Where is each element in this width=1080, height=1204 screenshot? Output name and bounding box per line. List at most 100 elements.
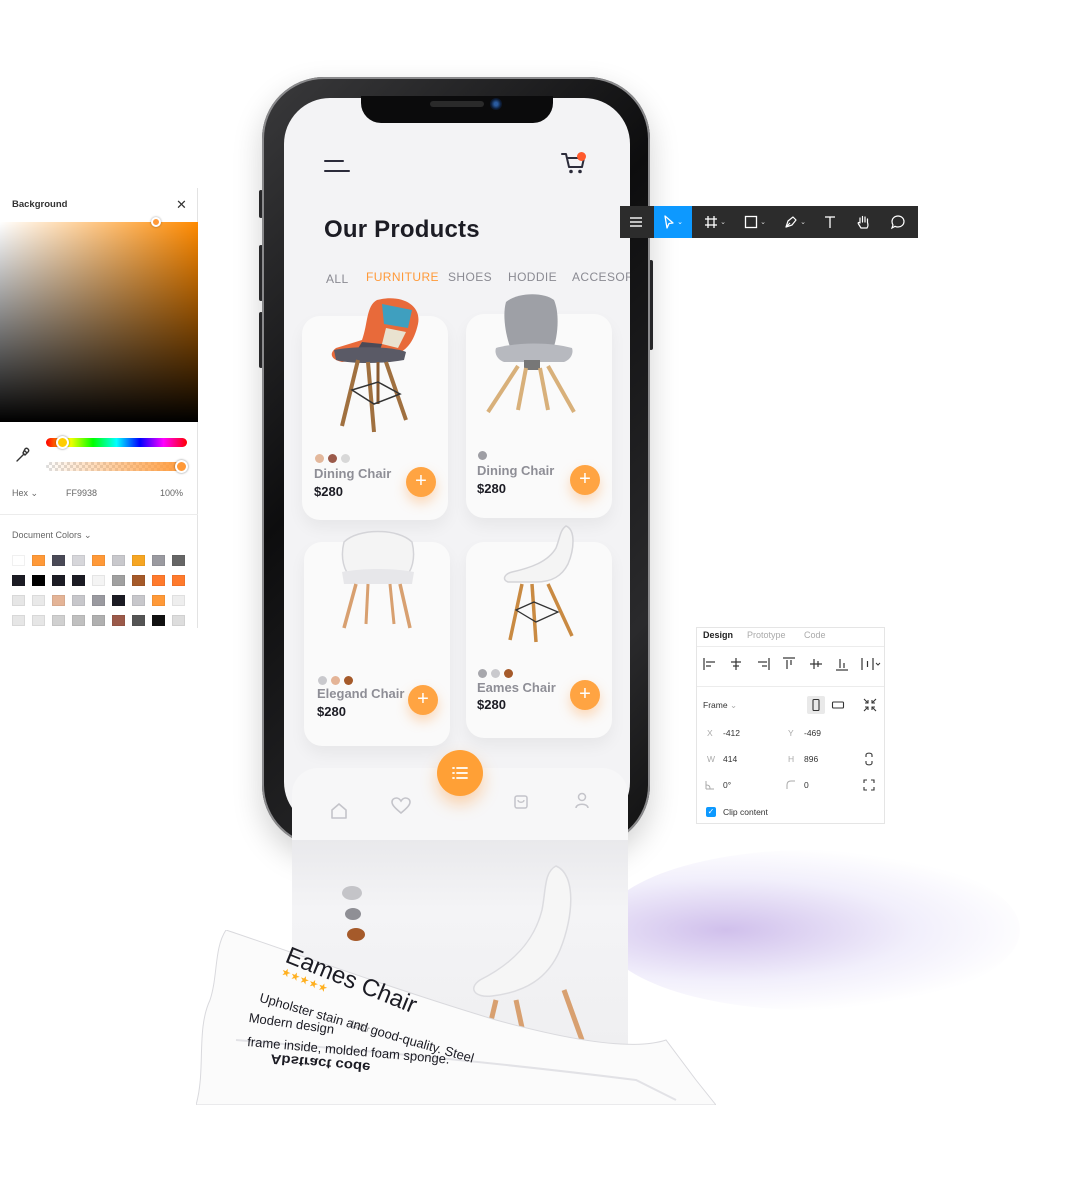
hamburger-menu-icon[interactable] xyxy=(324,158,350,174)
color-swatch[interactable] xyxy=(12,555,25,566)
list-fab-button[interactable] xyxy=(437,750,483,796)
color-option[interactable] xyxy=(318,676,327,685)
align-left-icon[interactable] xyxy=(703,657,717,671)
color-swatch[interactable] xyxy=(132,595,145,606)
clip-content-checkbox[interactable]: ✓ xyxy=(706,807,716,817)
color-option[interactable] xyxy=(478,451,487,460)
document-colors-dropdown[interactable]: Document Colors ⌄ xyxy=(12,530,92,541)
color-swatch[interactable] xyxy=(12,575,25,586)
color-option[interactable] xyxy=(331,676,340,685)
profile-icon[interactable] xyxy=(574,792,590,810)
height-input[interactable]: 896 xyxy=(804,754,818,764)
frame-section-dropdown[interactable]: Frame ⌄ xyxy=(703,700,737,711)
rotation-input[interactable]: 0° xyxy=(723,780,731,790)
color-swatch[interactable] xyxy=(52,555,65,566)
color-swatch[interactable] xyxy=(112,555,125,566)
color-swatch[interactable] xyxy=(72,615,85,626)
shape-tool-button[interactable]: ⌄ xyxy=(738,206,772,238)
color-swatch[interactable] xyxy=(172,555,185,566)
hue-handle[interactable] xyxy=(56,436,69,449)
tab-code[interactable]: Code xyxy=(804,630,826,640)
resize-to-fit-icon[interactable] xyxy=(862,697,878,713)
color-swatch[interactable] xyxy=(92,555,105,566)
color-swatch[interactable] xyxy=(52,595,65,606)
constrain-proportions-icon[interactable] xyxy=(863,751,875,767)
color-swatch[interactable] xyxy=(112,615,125,626)
color-swatch[interactable] xyxy=(32,595,45,606)
x-input[interactable]: -412 xyxy=(723,728,740,738)
color-swatch[interactable] xyxy=(32,575,45,586)
color-swatch[interactable] xyxy=(12,595,25,606)
hex-input[interactable]: FF9938 xyxy=(66,488,97,498)
saturation-value-area[interactable] xyxy=(0,222,198,422)
independent-corners-icon[interactable] xyxy=(863,779,875,791)
add-to-cart-button[interactable]: + xyxy=(570,680,600,710)
tab-hoddie[interactable]: HODDIE xyxy=(508,270,557,284)
color-swatch[interactable] xyxy=(92,575,105,586)
opacity-slider[interactable] xyxy=(46,462,187,471)
color-swatch[interactable] xyxy=(72,595,85,606)
color-swatch[interactable] xyxy=(52,615,65,626)
color-swatch[interactable] xyxy=(152,615,165,626)
text-tool-button[interactable] xyxy=(818,206,842,238)
color-swatch[interactable] xyxy=(152,555,165,566)
tab-shoes[interactable]: SHOES xyxy=(448,270,492,284)
move-tool-button[interactable]: ⌄ xyxy=(654,206,692,238)
tab-prototype[interactable]: Prototype xyxy=(747,630,786,640)
color-swatch[interactable] xyxy=(132,555,145,566)
landscape-icon[interactable] xyxy=(829,696,847,714)
opacity-handle[interactable] xyxy=(175,460,188,473)
color-swatch[interactable] xyxy=(12,615,25,626)
home-icon[interactable] xyxy=(330,802,348,820)
y-input[interactable]: -469 xyxy=(804,728,821,738)
distribute-icon[interactable] xyxy=(861,657,881,671)
color-option[interactable] xyxy=(504,669,513,678)
align-right-icon[interactable] xyxy=(756,657,770,671)
bag-icon[interactable] xyxy=(513,792,529,810)
color-swatch[interactable] xyxy=(172,595,185,606)
color-swatch[interactable] xyxy=(52,575,65,586)
frame-tool-button[interactable]: ⌄ xyxy=(698,206,732,238)
eyedropper-icon[interactable] xyxy=(14,446,32,464)
color-option[interactable] xyxy=(344,676,353,685)
color-swatch[interactable] xyxy=(112,595,125,606)
main-menu-button[interactable] xyxy=(620,206,652,238)
color-swatch[interactable] xyxy=(172,575,185,586)
align-bottom-icon[interactable] xyxy=(835,657,849,671)
add-to-cart-button[interactable]: + xyxy=(408,685,438,715)
color-option[interactable] xyxy=(491,669,500,678)
hand-tool-button[interactable] xyxy=(850,206,878,238)
opacity-input[interactable]: 100% xyxy=(160,488,183,498)
color-swatch[interactable] xyxy=(172,615,185,626)
align-horizontal-center-icon[interactable] xyxy=(729,657,743,671)
color-swatch[interactable] xyxy=(32,555,45,566)
color-format-select[interactable]: Hex ⌄ xyxy=(12,488,38,499)
align-top-icon[interactable] xyxy=(782,657,796,671)
pen-tool-button[interactable]: ⌄ xyxy=(778,206,812,238)
portrait-orientation-button[interactable] xyxy=(807,696,825,714)
color-option[interactable] xyxy=(341,454,350,463)
color-swatch[interactable] xyxy=(72,575,85,586)
color-swatch[interactable] xyxy=(92,595,105,606)
width-input[interactable]: 414 xyxy=(723,754,737,764)
color-swatch[interactable] xyxy=(152,595,165,606)
color-swatch[interactable] xyxy=(72,555,85,566)
add-to-cart-button[interactable]: + xyxy=(570,465,600,495)
color-handle[interactable] xyxy=(151,217,161,227)
color-swatch[interactable] xyxy=(132,575,145,586)
tab-furniture[interactable]: FURNITURE xyxy=(366,270,439,284)
comment-tool-button[interactable] xyxy=(884,206,912,238)
corner-radius-input[interactable]: 0 xyxy=(804,780,809,790)
color-swatch[interactable] xyxy=(32,615,45,626)
add-to-cart-button[interactable]: + xyxy=(406,467,436,497)
color-option[interactable] xyxy=(478,669,487,678)
tab-accesories[interactable]: ACCESORIES xyxy=(572,270,630,284)
color-swatch[interactable] xyxy=(92,615,105,626)
close-icon[interactable]: ✕ xyxy=(176,197,187,213)
heart-icon[interactable] xyxy=(391,797,411,815)
tab-all[interactable]: ALL xyxy=(326,272,349,286)
color-swatch[interactable] xyxy=(132,615,145,626)
align-vertical-center-icon[interactable] xyxy=(809,657,823,671)
color-option[interactable] xyxy=(315,454,324,463)
color-swatch[interactable] xyxy=(152,575,165,586)
